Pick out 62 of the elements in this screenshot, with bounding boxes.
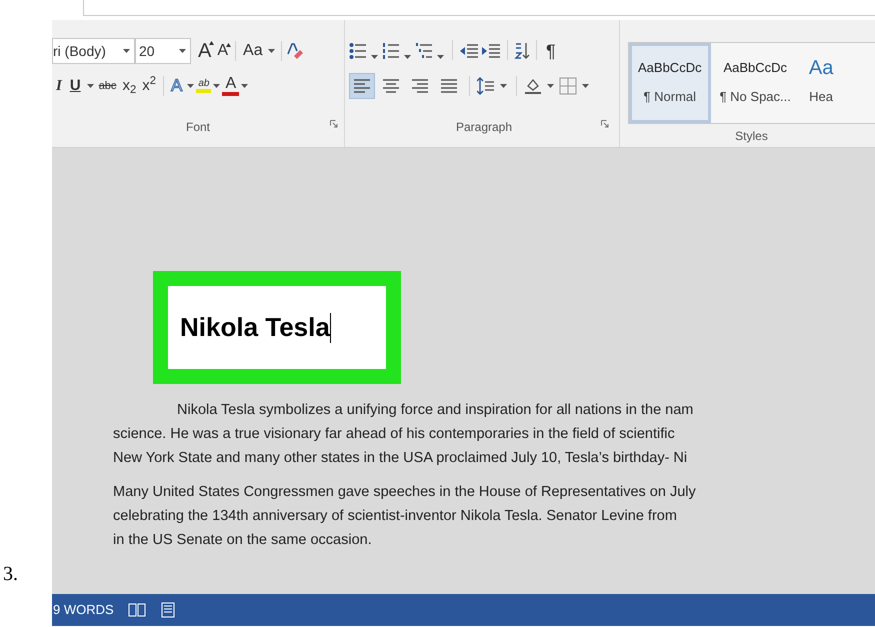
script-button[interactable]: x$^{2}$ [139,74,159,98]
numbering-icon[interactable] [382,42,400,60]
shrink-font-button[interactable]: A [214,43,232,59]
caret-icon[interactable] [213,84,220,88]
caret-icon[interactable] [500,84,507,88]
italic-button[interactable]: I [52,74,66,98]
align-center-icon[interactable] [382,77,400,95]
underline-button[interactable]: U [66,74,85,98]
caret-icon[interactable] [86,84,94,88]
style-item[interactable]: Aa Hea [800,43,842,123]
grow-font-button[interactable]: A [195,41,214,61]
caret-up-icon [226,43,232,47]
style-item[interactable]: AaBbCcDc ¶ No Spac... [710,43,800,123]
font-size-field[interactable]: 20 [135,38,191,64]
shading-icon[interactable] [524,77,542,95]
caret-icon[interactable] [241,84,248,88]
group-label: Styles [735,128,768,144]
body-text-line: New York State and many other states in the USA proclaimed July 10, Tesla’s birthday- Ni [113,449,688,468]
caret-icon[interactable] [123,48,130,54]
align-button[interactable] [349,73,375,99]
sort-icon[interactable] [514,42,530,60]
group-label: Font [186,118,210,136]
show-marks-button[interactable]: ¶ [543,42,559,60]
font-color-button[interactable]: A [222,76,240,96]
caret-icon[interactable] [582,84,589,88]
justify-icon[interactable] [440,77,458,95]
caret-icon[interactable] [268,48,275,54]
caret-icon[interactable] [179,48,186,54]
step-number: 3. [3,562,19,587]
increase-indent-icon[interactable] [481,42,501,60]
align-left-icon[interactable] [353,77,371,95]
caret-icon[interactable] [404,55,411,60]
highlight-button[interactable]: ab [196,79,212,93]
decrease-indent-icon[interactable] [459,42,479,60]
document-title: Nikola Tesla [180,311,330,344]
line-spacing-icon[interactable] [477,77,495,95]
font-name-field[interactable]: ri (Body) [52,38,135,64]
body-text-line: Many United States Congressmen gave speeches in the House of Representatives on July [113,483,697,502]
caret-icon[interactable] [187,84,194,88]
word-count[interactable]: 9 WORDS [53,600,114,620]
caret-icon[interactable] [547,84,554,88]
script-button[interactable]: x$_{2}$ [119,74,140,98]
read-mode-icon[interactable] [128,603,146,617]
strikethrough-button[interactable]: abc [96,78,120,94]
caret-icon[interactable] [437,55,444,60]
dialog-launcher-icon[interactable] [330,120,338,128]
bullets-icon[interactable] [349,42,367,60]
print-layout-icon[interactable] [160,602,176,618]
caret-icon[interactable] [371,55,378,60]
dialog-launcher-icon[interactable] [601,120,609,128]
style-item[interactable]: AaBbCcDc ¶ Normal [629,43,711,123]
eraser-icon[interactable] [286,42,304,60]
body-text-line: celebrating the 134th anniversary of scientist-inventor Nikola Tesla. Senator Levine from [113,507,678,526]
body-text-line: Nikola Tesla symbolizes a unifying force and inspiration for all nations in the nam [176,401,694,420]
body-text-line: in the US Senate on the same occasion. [113,531,373,550]
text-cursor [330,312,331,342]
align-right-icon[interactable] [411,77,429,95]
multilevel-list-icon[interactable] [415,42,433,60]
caret-up-icon [209,41,214,45]
change-case-button[interactable]: Aa [240,39,266,63]
group-label: Paragraph [456,118,512,136]
body-text-line: science. He was a true visionary far ahead of his contemporaries in the field of scientific [113,425,676,444]
